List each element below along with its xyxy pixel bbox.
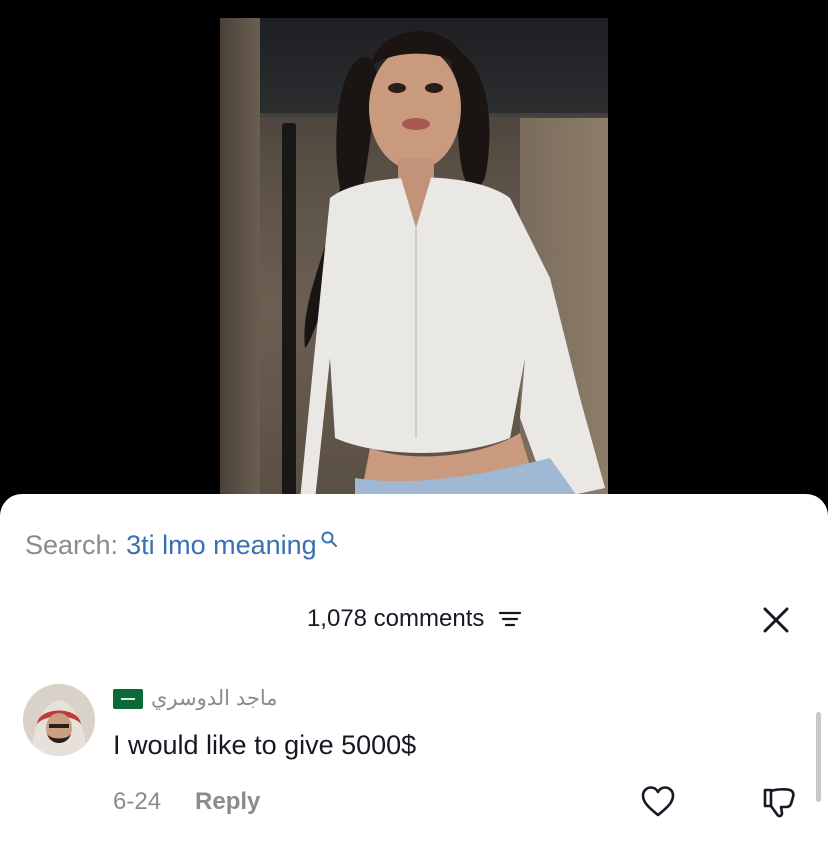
username[interactable]: ماجد الدوسري xyxy=(151,686,278,711)
scrollbar[interactable] xyxy=(816,712,821,802)
close-icon[interactable] xyxy=(760,604,792,636)
video-frame[interactable] xyxy=(220,18,608,500)
saudi-flag-icon xyxy=(113,688,143,709)
comment-date: 6-24 xyxy=(113,788,162,815)
thumbs-down-icon[interactable] xyxy=(761,784,797,820)
reply-button[interactable]: Reply xyxy=(195,788,260,816)
search-icon[interactable] xyxy=(320,530,338,548)
search-prefix-label: Search: xyxy=(25,530,119,560)
heart-icon[interactable] xyxy=(640,784,676,820)
video-subject-person xyxy=(300,31,605,500)
search-suggestion[interactable]: Search: 3ti lmo meaning xyxy=(25,530,338,561)
avatar-image xyxy=(23,684,95,756)
filter-icon[interactable] xyxy=(499,610,522,628)
video-area[interactable] xyxy=(0,0,828,500)
avatar[interactable] xyxy=(23,684,95,756)
search-term-link[interactable]: 3ti lmo meaning xyxy=(126,530,317,561)
comments-header: 1,078 comments xyxy=(0,604,828,633)
comment-item: ماجد الدوسري I would like to give 5000$ … xyxy=(23,684,813,834)
comment-text: I would like to give 5000$ xyxy=(113,730,417,760)
comment-count: 1,078 comments xyxy=(306,604,485,632)
comment-meta: 6-24 Reply xyxy=(113,788,260,816)
username-row[interactable]: ماجد الدوسري xyxy=(113,686,278,711)
